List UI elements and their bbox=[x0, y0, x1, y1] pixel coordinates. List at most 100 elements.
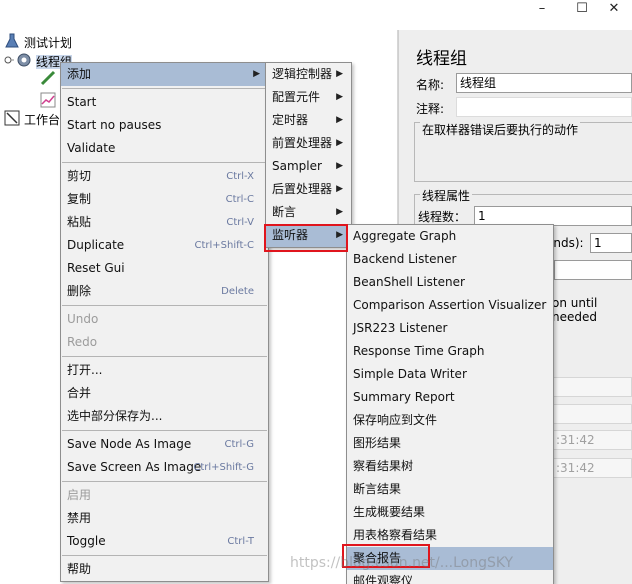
context-menu-item[interactable]: 复制 Ctrl-C bbox=[61, 188, 268, 211]
end-time-value: :31:42 bbox=[556, 461, 595, 475]
panel-title: 线程组 bbox=[416, 49, 467, 69]
error-action-label: 在取样器错误后要执行的动作 bbox=[420, 121, 581, 138]
shortcut-hint: Ctrl-X bbox=[226, 171, 254, 182]
duration-field[interactable] bbox=[552, 377, 632, 397]
tree-node-test-plan[interactable]: 测试计划 bbox=[4, 33, 72, 51]
context-menu-item[interactable]: 删除 Delete bbox=[61, 280, 268, 303]
listener-menu-item[interactable]: 生成概要结果 bbox=[347, 501, 553, 524]
close-button[interactable]: ✕ bbox=[592, 0, 632, 22]
submenu-arrow-icon: ▶ bbox=[336, 230, 343, 240]
context-menu-item[interactable]: 选中部分保存为... bbox=[61, 405, 268, 428]
context-menu-item-label: Start bbox=[67, 95, 97, 109]
gear-icon bbox=[16, 52, 32, 73]
menu-separator bbox=[62, 555, 267, 556]
listener-menu-item[interactable]: 用表格察看结果 bbox=[347, 524, 553, 547]
context-menu-item-label: Toggle bbox=[67, 534, 106, 548]
add-submenu: 逻辑控制器 ▶ 配置元件 ▶ 定时器 ▶ 前置处理器 ▶ Sampler ▶ 后置处理器 ▶ 断言 ▶ 监听… bbox=[265, 62, 352, 248]
context-menu-item-label: 添加 bbox=[67, 67, 92, 81]
add-submenu-item-label: 前置处理器 bbox=[272, 136, 333, 150]
submenu-arrow-icon: ▶ bbox=[336, 115, 343, 125]
context-menu-item[interactable]: Save Screen As Image Ctrl+Shift-G bbox=[61, 456, 268, 479]
add-submenu-item-label: 定时器 bbox=[272, 113, 309, 127]
context-menu-item-label: 打开... bbox=[67, 363, 103, 377]
context-menu-item[interactable]: 帮助 bbox=[61, 558, 268, 581]
listener-menu-item[interactable]: 断言结果 bbox=[347, 478, 553, 501]
startup-delay-field[interactable] bbox=[552, 404, 632, 424]
context-menu-item-label: Reset Gui bbox=[67, 261, 125, 275]
listener-menu-item-label: 邮件观察仪 bbox=[353, 574, 414, 584]
context-menu-item[interactable]: 添加 ▶ bbox=[61, 63, 268, 86]
listener-menu-item[interactable]: Simple Data Writer bbox=[347, 363, 553, 386]
context-menu-item-label: 剪切 bbox=[67, 169, 92, 183]
tree-handle-icon[interactable] bbox=[4, 52, 14, 73]
tree-node-listener[interactable] bbox=[40, 92, 60, 110]
context-menu-item[interactable]: Save Node As Image Ctrl-G bbox=[61, 433, 268, 456]
listener-menu-item[interactable]: JSR223 Listener bbox=[347, 317, 553, 340]
context-menu-item[interactable]: 打开... bbox=[61, 359, 268, 382]
add-submenu-item-label: 监听器 bbox=[272, 228, 309, 242]
context-menu-item-label: Undo bbox=[67, 312, 99, 326]
context-menu-item[interactable]: Validate bbox=[61, 137, 268, 160]
context-menu-item-label: 禁用 bbox=[67, 511, 92, 525]
comment-field[interactable] bbox=[456, 97, 632, 117]
name-field[interactable]: 线程组 bbox=[456, 73, 632, 93]
submenu-arrow-icon: ▶ bbox=[336, 69, 343, 79]
start-time-field[interactable]: :31:42 bbox=[552, 430, 632, 450]
tree-label-test-plan: 测试计划 bbox=[24, 36, 73, 50]
listener-menu-item-label: BeanShell Listener bbox=[353, 275, 465, 289]
listener-menu-item[interactable]: 察看结果树 bbox=[347, 455, 553, 478]
listener-menu-item[interactable]: Summary Report bbox=[347, 386, 553, 409]
context-menu-item-label: Redo bbox=[67, 335, 98, 349]
menu-separator bbox=[62, 162, 267, 163]
add-submenu-item[interactable]: 定时器 ▶ bbox=[266, 109, 351, 132]
context-menu-item[interactable]: Start bbox=[61, 91, 268, 114]
workbench-icon bbox=[4, 110, 20, 131]
context-menu-item[interactable]: Redo bbox=[61, 331, 268, 354]
listener-menu-item[interactable]: Backend Listener bbox=[347, 248, 553, 271]
submenu-arrow-icon: ▶ bbox=[336, 184, 343, 194]
listener-menu-item[interactable]: 保存响应到文件 bbox=[347, 409, 553, 432]
add-submenu-item[interactable]: 配置元件 ▶ bbox=[266, 86, 351, 109]
context-menu-item[interactable]: Start no pauses bbox=[61, 114, 268, 137]
listener-menu-item[interactable]: 图形结果 bbox=[347, 432, 553, 455]
context-menu-item[interactable]: 合并 bbox=[61, 382, 268, 405]
add-submenu-item-label: 配置元件 bbox=[272, 90, 321, 104]
minimize-button[interactable]: – bbox=[520, 0, 564, 22]
threads-field[interactable]: 1 bbox=[474, 206, 632, 226]
context-menu-item[interactable]: 禁用 bbox=[61, 507, 268, 530]
add-submenu-item[interactable]: 监听器 ▶ bbox=[266, 224, 351, 247]
loop-count-field[interactable] bbox=[554, 260, 632, 280]
rampup-field[interactable]: 1 bbox=[590, 233, 632, 253]
menu-separator bbox=[62, 430, 267, 431]
context-menu-item-label: Duplicate bbox=[67, 238, 125, 252]
menu-separator bbox=[62, 356, 267, 357]
add-submenu-item[interactable]: 后置处理器 ▶ bbox=[266, 178, 351, 201]
submenu-arrow-icon: ▶ bbox=[336, 161, 343, 171]
context-menu-item[interactable]: 粘贴 Ctrl-V bbox=[61, 211, 268, 234]
add-submenu-item[interactable]: 逻辑控制器 ▶ bbox=[266, 63, 351, 86]
listener-menu-item-label: 断言结果 bbox=[353, 482, 402, 496]
listener-menu-item[interactable]: Aggregate Graph bbox=[347, 225, 553, 248]
listener-menu-item[interactable]: 邮件观察仪 bbox=[347, 570, 553, 584]
listener-menu-item-label: Summary Report bbox=[353, 390, 455, 404]
listener-menu-item[interactable]: Comparison Assertion Visualizer bbox=[347, 294, 553, 317]
context-menu-item[interactable]: Reset Gui bbox=[61, 257, 268, 280]
add-submenu-item[interactable]: Sampler ▶ bbox=[266, 155, 351, 178]
add-submenu-item[interactable]: 断言 ▶ bbox=[266, 201, 351, 224]
end-time-field[interactable]: :31:42 bbox=[552, 458, 632, 478]
listener-menu-item-label: 图形结果 bbox=[353, 436, 402, 450]
comment-label: 注释: bbox=[416, 102, 445, 116]
listener-menu-item[interactable]: BeanShell Listener bbox=[347, 271, 553, 294]
flask-icon bbox=[4, 33, 20, 54]
context-menu-item-label: Start no pauses bbox=[67, 118, 162, 132]
tree-node-workbench[interactable]: 工作台 bbox=[4, 110, 60, 128]
add-submenu-item-label: 断言 bbox=[272, 205, 297, 219]
add-submenu-item[interactable]: 前置处理器 ▶ bbox=[266, 132, 351, 155]
listener-menu-item[interactable]: Response Time Graph bbox=[347, 340, 553, 363]
tree-node-sampler[interactable] bbox=[40, 70, 60, 88]
context-menu-item[interactable]: Undo bbox=[61, 308, 268, 331]
context-menu-item[interactable]: Duplicate Ctrl+Shift-C bbox=[61, 234, 268, 257]
context-menu-item[interactable]: 启用 bbox=[61, 484, 268, 507]
context-menu-item[interactable]: 剪切 Ctrl-X bbox=[61, 165, 268, 188]
context-menu-item[interactable]: Toggle Ctrl-T bbox=[61, 530, 268, 553]
